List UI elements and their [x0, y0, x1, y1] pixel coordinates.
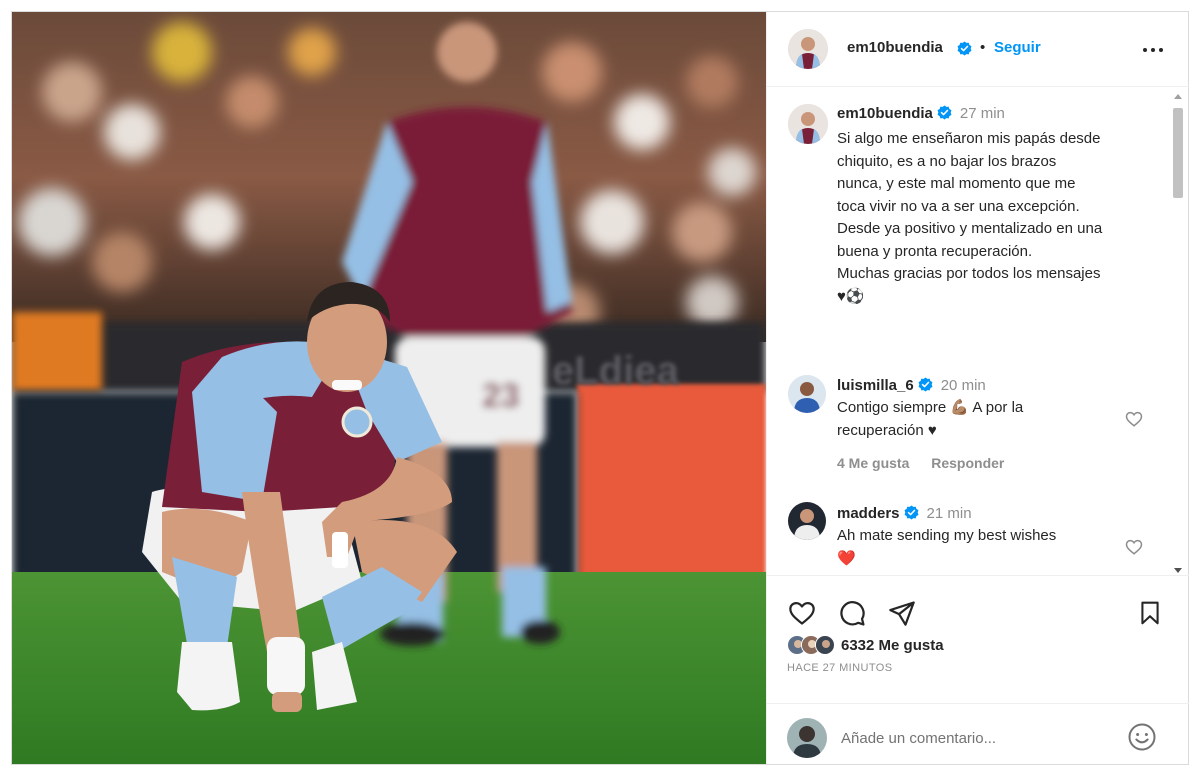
author-avatar[interactable]: [788, 29, 828, 69]
comment-text: Ah mate sending my best wishes ❤️: [837, 525, 1056, 570]
scroll-up-arrow-icon[interactable]: [1174, 94, 1182, 99]
caption-line: chiquito, es a no bajar los brazos: [837, 152, 1057, 170]
verified-badge-icon: [957, 41, 972, 56]
scroll-down-arrow-icon[interactable]: [1174, 568, 1182, 573]
post-actions: 6332 Me gusta HACE 27 MINUTOS: [767, 575, 1189, 674]
share-paper-plane-icon[interactable]: [887, 599, 917, 632]
more-options-icon[interactable]: [1141, 42, 1165, 60]
save-bookmark-icon[interactable]: [1137, 599, 1163, 632]
comment-line: Ah mate sending my best wishes: [837, 527, 1057, 544]
scrollbar-thumb[interactable]: [1173, 108, 1183, 198]
emoji-picker-icon[interactable]: [1127, 722, 1157, 757]
post-header: em10buendia • Seguir: [767, 12, 1189, 87]
comment-line: Contigo siempre 💪🏽 A por la: [837, 399, 1024, 416]
caption-author-username[interactable]: em10buendia: [837, 105, 933, 122]
caption-author-avatar[interactable]: [788, 104, 828, 144]
caption-line: toca vivir no va a ser una excepción.: [837, 197, 1080, 215]
comment-input[interactable]: [841, 724, 1111, 752]
caption-line: ♥⚽: [837, 287, 865, 305]
caption-line: buena y pronta recuperación.: [837, 242, 1033, 260]
commenter-avatar[interactable]: [788, 375, 826, 413]
commenter-username[interactable]: luismilla_6: [837, 377, 914, 394]
comments-list[interactable]: em10buendia 27 min Si algo me enseñaron m…: [767, 88, 1189, 575]
liker-avatar: [815, 635, 835, 655]
verified-badge-icon: [904, 505, 919, 520]
comment-line: ❤️: [837, 549, 856, 567]
caption-line: Muchas gracias por todos los mensajes: [837, 265, 1101, 282]
post-side-panel: em10buendia • Seguir em10buendia 27 min …: [766, 12, 1189, 764]
caption-timestamp: 27 min: [959, 105, 1005, 122]
add-comment-bar: [767, 703, 1189, 764]
instagram-post-window: eLdiea 23 em10buendia • Seguir em10buend…: [11, 11, 1189, 765]
comment-header: luismilla_6 20 min: [837, 377, 986, 394]
caption-line: Desde ya positivo y mentalizado en una: [837, 220, 1103, 237]
verified-badge-icon: [937, 105, 952, 120]
reply-button[interactable]: Responder: [931, 455, 1004, 471]
comment-item: madders 21 min Ah mate sending my best wi…: [767, 501, 1167, 575]
current-user-avatar: [787, 718, 827, 758]
follow-button[interactable]: Seguir: [994, 39, 1041, 56]
likes-summary[interactable]: 6332 Me gusta: [787, 635, 944, 655]
commenter-username[interactable]: madders: [837, 505, 900, 522]
caption-line: nunca, y este mal momento que me: [837, 175, 1076, 192]
like-heart-icon[interactable]: [787, 599, 817, 632]
comment-text: Contigo siempre 💪🏽 A por la recuperación…: [837, 397, 1023, 442]
separator-dot: •: [980, 39, 986, 56]
likes-count[interactable]: 6332 Me gusta: [841, 637, 944, 654]
author-username[interactable]: em10buendia: [847, 39, 943, 56]
comment-meta: 4 Me gusta Responder: [837, 455, 1022, 471]
post-timestamp: HACE 27 MINUTOS: [787, 662, 893, 674]
comment-item: luismilla_6 20 min Contigo siempre 💪🏽 A p…: [767, 372, 1167, 482]
caption-line: Si algo me enseñaron mis papás desde: [837, 130, 1101, 147]
verified-badge-icon: [918, 377, 933, 392]
commenter-avatar[interactable]: [788, 502, 826, 540]
like-comment-heart-icon[interactable]: [1125, 410, 1143, 433]
comment-timestamp: 20 min: [940, 377, 986, 394]
comment-likes-count[interactable]: 4 Me gusta: [837, 455, 909, 471]
comment-header: madders 21 min: [837, 505, 972, 522]
like-comment-heart-icon[interactable]: [1125, 538, 1143, 561]
comment-line: recuperación ♥: [837, 421, 937, 439]
shirt-number: 23: [482, 377, 520, 415]
post-photo[interactable]: eLdiea 23: [12, 12, 766, 764]
comment-bubble-icon[interactable]: [837, 599, 867, 632]
photo-illustration: eLdiea 23: [12, 12, 766, 764]
caption-header: em10buendia 27 min: [837, 105, 1005, 123]
caption-text: Si algo me enseñaron mis papás desde chi…: [837, 128, 1157, 308]
svg-text:eLdiea: eLdiea: [552, 349, 679, 393]
comment-timestamp: 21 min: [926, 505, 972, 522]
